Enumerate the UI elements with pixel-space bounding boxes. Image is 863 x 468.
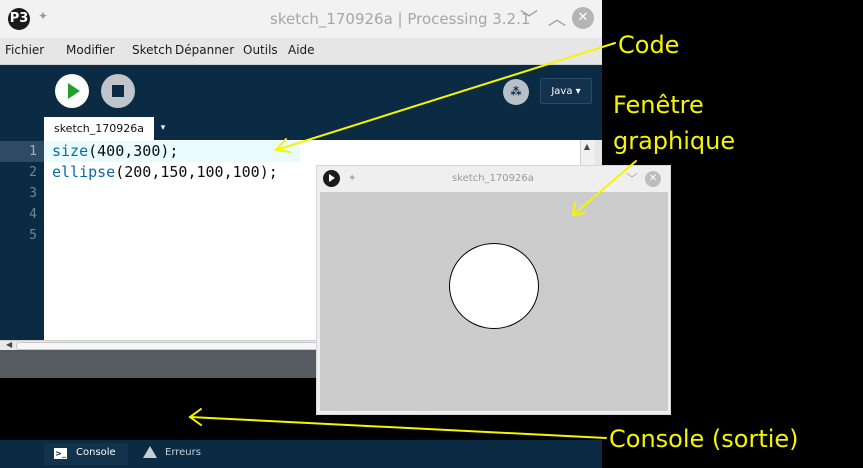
console-arrow: [189, 416, 607, 439]
annotation-graphic-window-line2: graphique: [613, 127, 736, 155]
annotation-console: Console (sortie): [609, 425, 799, 453]
graphic-arrow: [572, 160, 637, 216]
code-arrow: [275, 42, 616, 151]
annotation-arrows: [188, 42, 637, 439]
annotation-code: Code: [618, 31, 680, 59]
annotation-graphic-window-line1: Fenêtre: [613, 91, 704, 119]
